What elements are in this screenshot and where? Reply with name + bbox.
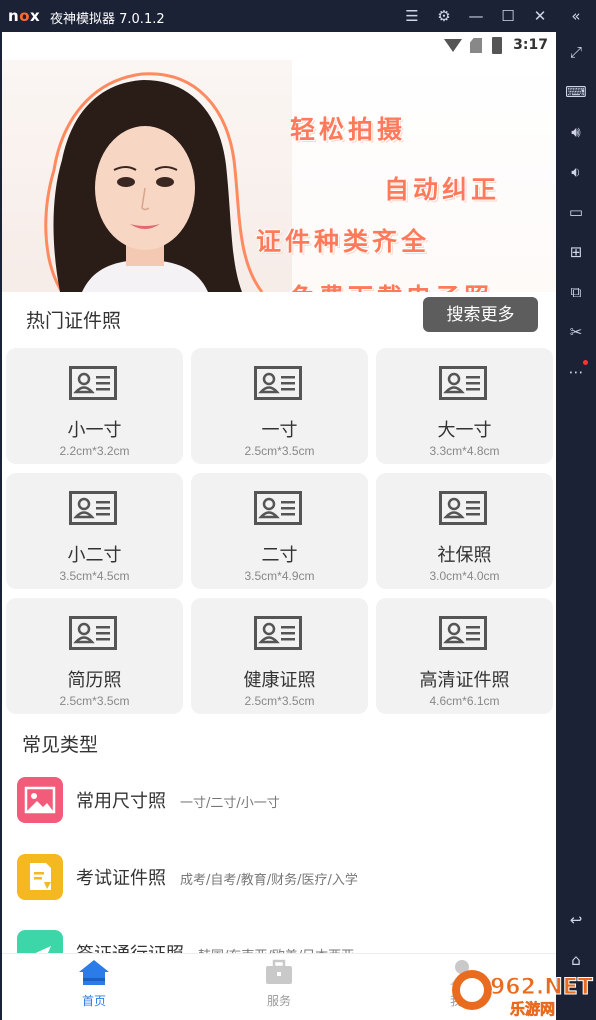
portrait-photo bbox=[2, 60, 292, 292]
photo-size-name: 高清证件照 bbox=[419, 670, 510, 691]
collapse-icon[interactable]: « bbox=[566, 6, 586, 26]
photo-size-card[interactable]: 小一寸 2.2cm*3.2cm bbox=[6, 348, 183, 464]
id-card-icon bbox=[439, 616, 487, 650]
nav-service[interactable]: 服务 bbox=[239, 958, 319, 1009]
id-card-icon bbox=[439, 366, 487, 400]
briefcase-icon bbox=[266, 959, 292, 984]
type-item[interactable]: 常用尺寸照 一寸/二寸/小一寸 bbox=[2, 777, 556, 847]
id-card-icon bbox=[69, 616, 117, 650]
svg-text:乐游网: 乐游网 bbox=[510, 1000, 555, 1018]
search-more-button[interactable]: 搜索更多 bbox=[423, 297, 538, 332]
phone-screen: 3:17 轻松拍摄 自动纠正 证件种类齐全 热门证件照 搜索更多 小一寸 2.2… bbox=[2, 32, 556, 1020]
photo-size-dimensions: 3.5cm*4.9cm bbox=[244, 569, 315, 583]
maximize-icon[interactable]: ☐ bbox=[498, 6, 518, 26]
nav-label: 服务 bbox=[266, 994, 291, 1008]
battery-icon bbox=[492, 37, 502, 54]
gear-icon[interactable]: ⚙ bbox=[434, 6, 454, 26]
id-card-icon bbox=[254, 616, 302, 650]
nav-home[interactable]: 首页 bbox=[54, 958, 134, 1009]
scissors-icon[interactable]: ✂ bbox=[564, 320, 588, 344]
screen-icon[interactable]: ▭ bbox=[564, 200, 588, 224]
photo-size-name: 简历照 bbox=[67, 670, 122, 691]
photo-size-card[interactable]: 健康证照 2.5cm*3.5cm bbox=[191, 598, 368, 714]
sim-icon bbox=[470, 38, 482, 53]
banner-slogan: 免费下载电子照 bbox=[290, 278, 493, 292]
close-icon[interactable]: ✕ bbox=[530, 6, 550, 26]
keyboard-icon[interactable]: ⌨ bbox=[564, 80, 588, 104]
photo-size-name: 一寸 bbox=[261, 420, 298, 441]
wifi-icon bbox=[444, 39, 462, 52]
type-desc: 一寸/二寸/小一寸 bbox=[180, 796, 280, 811]
home-icon bbox=[79, 960, 109, 985]
menu-icon[interactable]: ☰ bbox=[402, 6, 422, 26]
type-item[interactable]: 考试证件照 成考/自考/教育/财务/医疗/入学 bbox=[2, 854, 556, 924]
document-icon bbox=[17, 854, 63, 900]
back-icon[interactable]: ↩ bbox=[564, 908, 588, 932]
photo-size-dimensions: 2.5cm*3.5cm bbox=[59, 694, 130, 708]
photo-size-dimensions: 3.5cm*4.5cm bbox=[59, 569, 130, 583]
photo-size-dimensions: 3.0cm*4.0cm bbox=[429, 569, 500, 583]
nav-label: 首页 bbox=[81, 994, 106, 1008]
watermark-logo: 962.NET 乐游网 bbox=[452, 970, 593, 1018]
photo-size-name: 健康证照 bbox=[243, 670, 316, 691]
volume-down-icon[interactable]: 🔉︎ bbox=[564, 160, 588, 184]
image-icon bbox=[17, 777, 63, 823]
type-name: 考试证件照 bbox=[76, 868, 166, 889]
id-card-icon bbox=[439, 491, 487, 525]
multi-instance-icon[interactable]: ⧉ bbox=[564, 280, 588, 304]
type-name: 常用尺寸照 bbox=[76, 791, 166, 812]
hot-section-title: 热门证件照 bbox=[26, 310, 122, 332]
minimize-icon[interactable]: — bbox=[466, 6, 486, 26]
banner-slogan: 轻松拍摄 bbox=[290, 115, 407, 144]
photo-size-card[interactable]: 简历照 2.5cm*3.5cm bbox=[6, 598, 183, 714]
volume-up-icon[interactable]: 🔊︎ bbox=[564, 120, 588, 144]
id-card-icon bbox=[254, 491, 302, 525]
promo-banner[interactable]: 轻松拍摄 自动纠正 证件种类齐全 免费下载电子照 bbox=[2, 60, 556, 292]
photo-size-name: 大一寸 bbox=[437, 420, 492, 441]
status-time: 3:17 bbox=[513, 37, 548, 53]
svg-text:962.NET: 962.NET bbox=[490, 975, 593, 1000]
banner-slogan: 证件种类齐全 bbox=[256, 227, 431, 256]
photo-size-name: 二寸 bbox=[261, 545, 298, 566]
emulator-sidebar: ⤢ ⌨ 🔊︎ 🔉︎ ▭ ⊞ ⧉ ✂ ⋯ ↩ ⌂ bbox=[556, 32, 596, 1020]
id-card-icon bbox=[69, 491, 117, 525]
photo-size-dimensions: 4.6cm*6.1cm bbox=[429, 694, 500, 708]
photo-size-dimensions: 2.5cm*3.5cm bbox=[244, 444, 315, 458]
notification-dot bbox=[583, 360, 588, 365]
id-card-icon bbox=[254, 366, 302, 400]
window-title: 夜神模拟器 7.0.1.2 bbox=[50, 12, 165, 27]
photo-size-card[interactable]: 小二寸 3.5cm*4.5cm bbox=[6, 473, 183, 589]
common-section-title: 常见类型 bbox=[22, 734, 99, 756]
photo-size-card[interactable]: 大一寸 3.3cm*4.8cm bbox=[376, 348, 553, 464]
photo-size-card[interactable]: 高清证件照 4.6cm*6.1cm bbox=[376, 598, 553, 714]
id-card-icon bbox=[69, 366, 117, 400]
photo-size-card[interactable]: 社保照 3.0cm*4.0cm bbox=[376, 473, 553, 589]
photo-size-name: 社保照 bbox=[437, 545, 492, 566]
status-bar: 3:17 bbox=[2, 32, 556, 60]
banner-slogan: 自动纠正 bbox=[384, 175, 501, 204]
type-desc: 成考/自考/教育/财务/医疗/入学 bbox=[180, 873, 358, 888]
emulator-titlebar: nox 夜神模拟器 7.0.1.2 ☰ ⚙ — ☐ ✕ « bbox=[0, 0, 596, 32]
photo-size-dimensions: 2.5cm*3.5cm bbox=[244, 694, 315, 708]
apk-install-icon[interactable]: ⊞ bbox=[564, 240, 588, 264]
photo-size-dimensions: 2.2cm*3.2cm bbox=[59, 444, 130, 458]
photo-size-card[interactable]: 一寸 2.5cm*3.5cm bbox=[191, 348, 368, 464]
hot-photo-grid: 小一寸 2.2cm*3.2cm 一寸 2.5cm*3.5cm 大一寸 3.3cm… bbox=[6, 348, 554, 714]
nox-logo: nox bbox=[8, 7, 41, 25]
fullscreen-icon[interactable]: ⤢ bbox=[564, 40, 588, 64]
photo-size-dimensions: 3.3cm*4.8cm bbox=[429, 444, 500, 458]
photo-size-name: 小一寸 bbox=[67, 420, 122, 441]
photo-size-name: 小二寸 bbox=[67, 545, 122, 566]
photo-size-card[interactable]: 二寸 3.5cm*4.9cm bbox=[191, 473, 368, 589]
